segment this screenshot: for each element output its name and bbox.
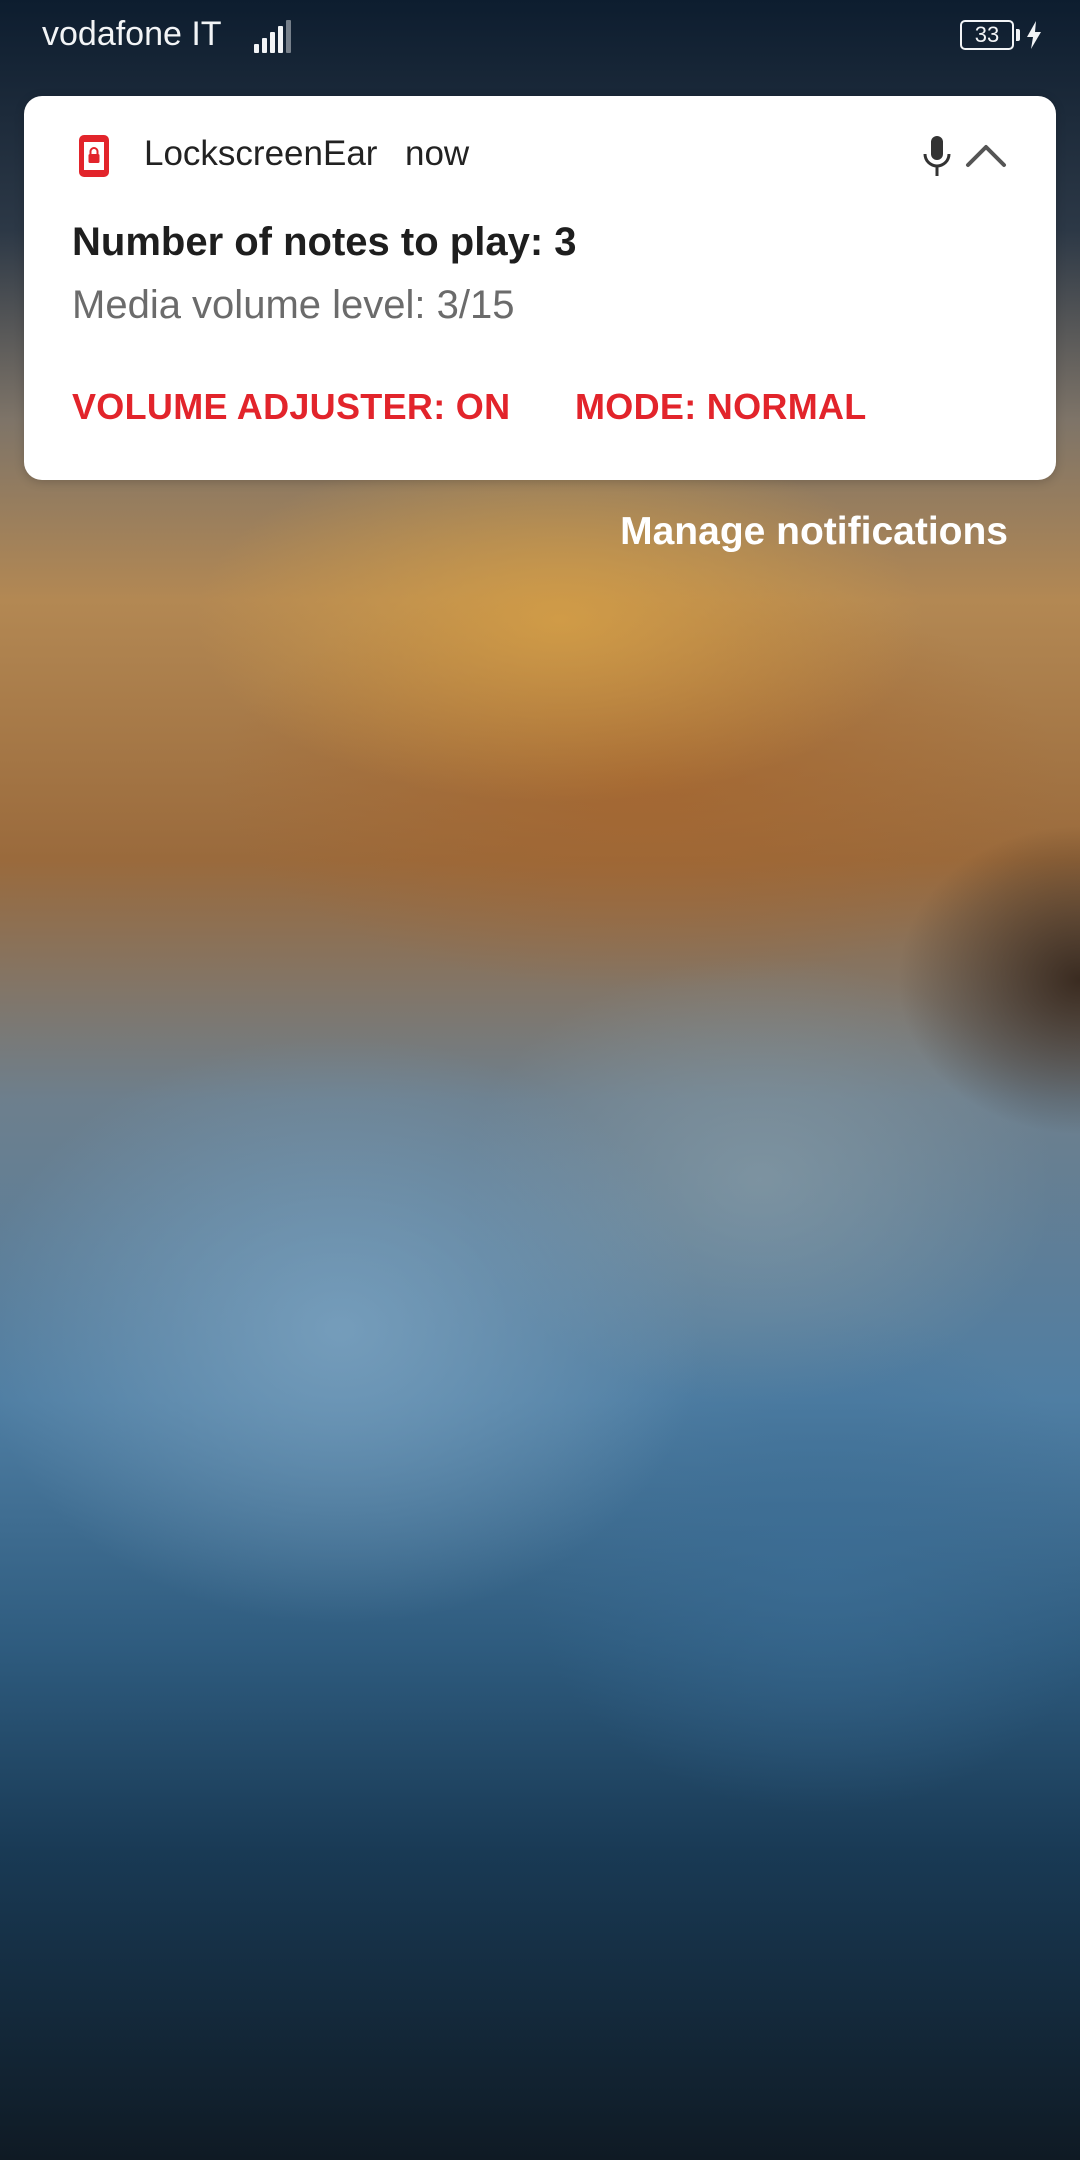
- battery-level: 33: [974, 22, 1000, 47]
- manage-notifications-button[interactable]: Manage notifications: [620, 510, 1008, 554]
- notification-title: Number of notes to play: 3: [72, 220, 577, 264]
- signal-icon: [254, 19, 294, 53]
- notification-card[interactable]: LockscreenEar now Number of notes to pla…: [24, 96, 1056, 480]
- volume-adjuster-button[interactable]: VOLUME ADJUSTER: ON: [72, 386, 510, 428]
- battery-tip: [1016, 29, 1020, 41]
- notification-time: now: [405, 134, 470, 173]
- mic-icon[interactable]: [920, 134, 954, 178]
- battery-icon: 33: [960, 20, 1014, 50]
- status-bar: vodafone IT 33: [0, 0, 1080, 76]
- charging-icon: [1027, 21, 1041, 49]
- app-name: LockscreenEar: [144, 134, 378, 173]
- chevron-up-icon[interactable]: [964, 140, 1008, 170]
- carrier-name: vodafone IT: [42, 15, 222, 53]
- mode-button[interactable]: MODE: NORMAL: [575, 386, 867, 428]
- app-lock-icon: [79, 135, 109, 177]
- notification-text: Media volume level: 3/15: [72, 283, 515, 327]
